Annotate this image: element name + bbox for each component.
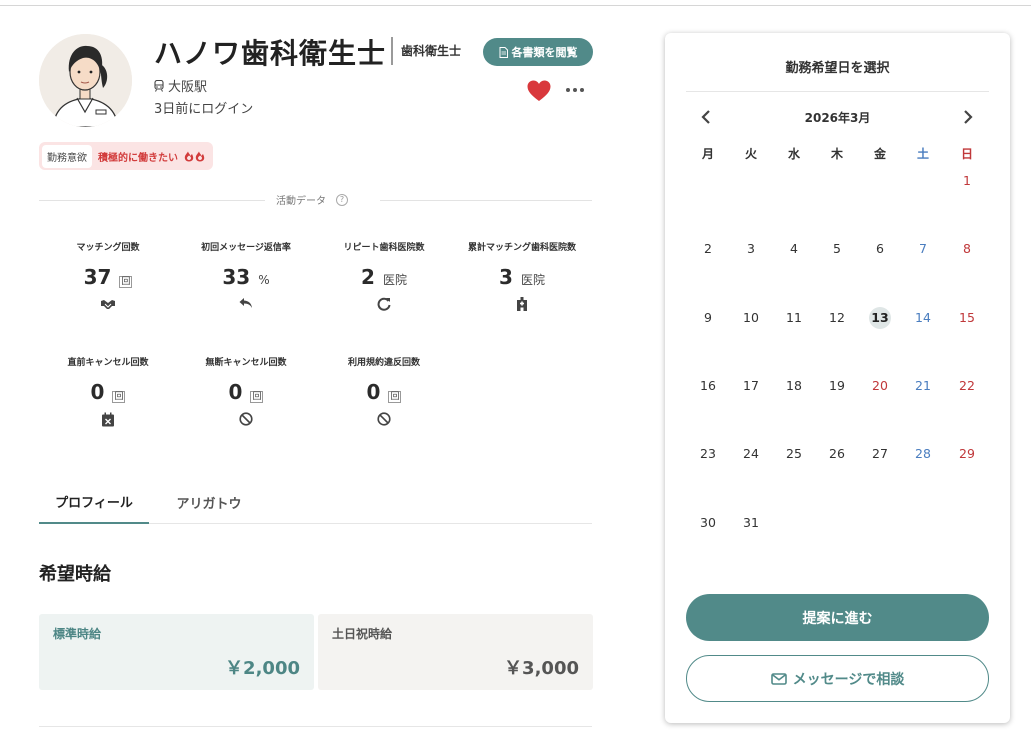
calendar-day[interactable]: 22 [952, 375, 982, 397]
calendar-day[interactable]: 23 [693, 443, 723, 465]
train-icon [154, 79, 164, 92]
weekday-header: 金 [873, 147, 886, 161]
weekday-header: 月 [701, 147, 714, 161]
station: 大阪駅 [154, 76, 207, 95]
weekday-header: 日 [960, 147, 973, 161]
calendar-day[interactable]: 30 [693, 512, 723, 534]
stat-repeat-clinics: リピート歯科医院数 2 医院 [314, 240, 454, 313]
calendar-day[interactable]: 16 [693, 375, 723, 397]
view-documents-button[interactable]: 各書類を閲覧 [483, 38, 593, 66]
document-icon [499, 46, 508, 58]
calendar-day[interactable]: 8 [952, 238, 982, 260]
profile-job: 歯科衛生士 [401, 44, 462, 58]
profile-tabs: プロフィール アリガトウ [39, 480, 592, 524]
mail-icon [770, 672, 787, 685]
repeat-icon [377, 297, 391, 311]
name-divider [391, 37, 393, 65]
calendar-day[interactable]: 11 [779, 307, 809, 329]
weekday-header: 水 [787, 147, 800, 161]
standard-wage-card: 標準時給 ￥2,000 [39, 614, 314, 690]
motivation-tag: 勤務意欲 [42, 144, 92, 168]
schedule-panel: 勤務希望日を選択 2026年3月 月火水木金土日 1 2 3 4 5 6 7 8 9 10 11 12 1… [665, 33, 1010, 723]
calendar-day[interactable]: 20 [865, 375, 895, 397]
calendar-title: 勤務希望日を選択 [785, 61, 890, 76]
calendar-day[interactable]: 31 [736, 512, 766, 534]
view-documents-label: 各書類を閲覧 [511, 46, 578, 59]
chevron-right-icon [964, 110, 973, 124]
calendar-day[interactable]: 2 [693, 238, 723, 260]
weekday-header: 火 [744, 147, 757, 161]
favorite-button[interactable] [527, 80, 551, 102]
top-divider [0, 5, 1031, 6]
calendar-day[interactable]: 24 [736, 443, 766, 465]
tab-arigatou[interactable]: アリガトウ [149, 480, 269, 524]
stat-no-show-cancel: 無断キャンセル回数 0回 [176, 355, 316, 428]
handshake-icon [101, 300, 115, 309]
calendar-day[interactable]: 4 [779, 238, 809, 260]
calendar-day[interactable]: 3 [736, 238, 766, 260]
stat-total-clinics: 累計マッチング歯科医院数 3 医院 [452, 240, 592, 313]
calendar-day[interactable]: 29 [952, 443, 982, 465]
weekday-header: 土 [916, 147, 929, 161]
calendar-day[interactable]: 9 [693, 307, 723, 329]
help-icon[interactable]: ? [336, 193, 348, 206]
profile-name: ハノワ歯科衛生士 [154, 37, 387, 70]
propose-button[interactable]: 提案に進む [686, 594, 989, 641]
calendar-day[interactable]: 26 [822, 443, 852, 465]
calendar-day-today[interactable]: 13 [869, 306, 891, 329]
calendar-day[interactable]: 18 [779, 375, 809, 397]
message-consult-label: メッセージで相談 [792, 671, 905, 688]
section-divider-right [380, 200, 592, 201]
calendar-day[interactable]: 12 [822, 307, 852, 329]
standard-wage-label: 標準時給 [53, 627, 102, 641]
fire-icon [185, 151, 205, 161]
more-options-button[interactable] [566, 88, 584, 94]
holiday-wage-card: 土日祝時給 ￥3,000 [318, 614, 593, 690]
station-name: 大阪駅 [168, 80, 208, 95]
message-consult-button[interactable]: メッセージで相談 [686, 655, 989, 702]
stat-last-minute-cancel: 直前キャンセル回数 0回 [38, 355, 178, 428]
prohibited-icon [377, 412, 391, 426]
calendar-cancel-icon [102, 412, 114, 427]
wage-section-title: 希望時給 [39, 564, 111, 585]
panel-divider [686, 91, 989, 92]
holiday-wage-value: ￥3,000 [504, 658, 579, 679]
more-dots-icon [566, 88, 570, 92]
heart-icon [527, 80, 551, 101]
calendar-day[interactable]: 1 [952, 170, 982, 192]
section-divider-left [39, 200, 265, 201]
calendar-day[interactable]: 17 [736, 375, 766, 397]
calendar-day[interactable]: 28 [908, 443, 938, 465]
last-login: 3日前にログイン [154, 102, 254, 117]
calendar-day[interactable]: 7 [908, 238, 938, 260]
calendar-day[interactable]: 21 [908, 375, 938, 397]
bottom-divider [39, 726, 592, 727]
next-month-button[interactable] [958, 107, 978, 127]
calendar-day[interactable]: 5 [822, 238, 852, 260]
motivation-badge: 勤務意欲 積極的に働きたい [39, 142, 214, 170]
stat-matching-count: マッチング回数 37 回 [38, 240, 178, 313]
holiday-wage-label: 土日祝時給 [332, 627, 393, 641]
calendar-day[interactable]: 15 [952, 307, 982, 329]
motivation-value: 積極的に働きたい [98, 149, 210, 164]
calendar-day[interactable]: 14 [908, 307, 938, 329]
hospital-icon [517, 297, 527, 311]
calendar-day[interactable]: 27 [865, 443, 895, 465]
stat-reply-rate: 初回メッセージ返信率 33% [176, 240, 316, 313]
standard-wage-value: ￥2,000 [225, 658, 300, 679]
calendar-day[interactable]: 10 [736, 307, 766, 329]
reply-icon [239, 298, 252, 308]
activity-section-title: 活動データ ? [276, 192, 348, 207]
stat-terms-violation: 利用規約違反回数 0回 [314, 355, 454, 428]
calendar-day[interactable]: 25 [779, 443, 809, 465]
avatar [39, 34, 132, 127]
prohibited-icon [239, 412, 253, 426]
tab-profile[interactable]: プロフィール [39, 480, 149, 524]
calendar-day[interactable]: 6 [865, 238, 895, 260]
calendar-day[interactable]: 19 [822, 375, 852, 397]
weekday-header: 木 [830, 147, 843, 161]
